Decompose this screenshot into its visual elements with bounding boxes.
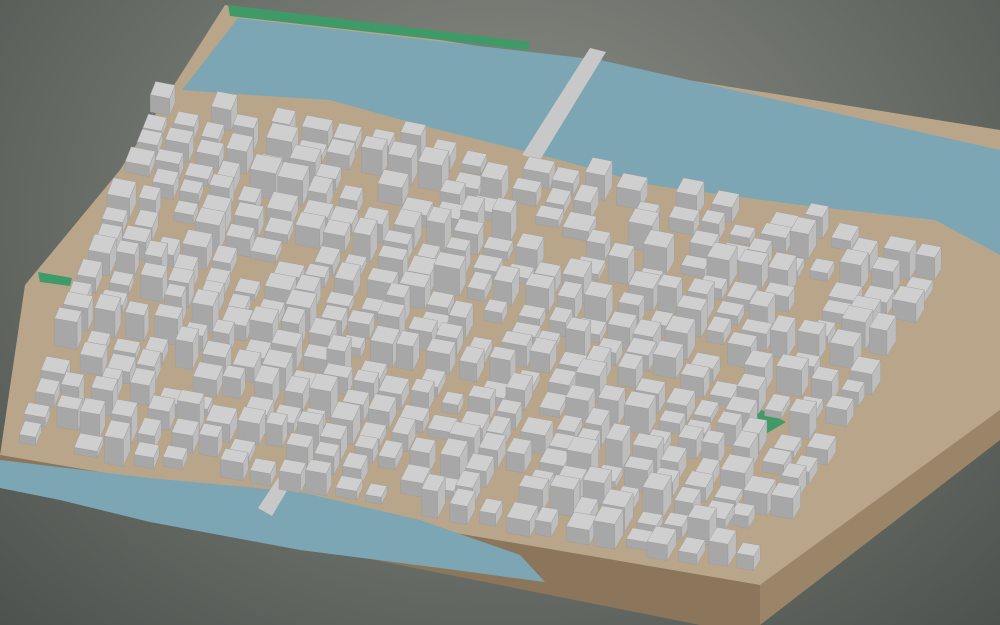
building-front-face bbox=[54, 318, 78, 350]
building-front-face bbox=[418, 161, 442, 193]
building-front-face bbox=[776, 365, 802, 398]
building-front-face bbox=[915, 253, 935, 280]
building-front-face bbox=[56, 405, 79, 431]
building-front-face bbox=[534, 519, 552, 538]
building-front-face bbox=[869, 327, 888, 357]
building-front-face bbox=[617, 366, 636, 389]
building-front-face bbox=[491, 209, 511, 242]
building-front-face bbox=[124, 311, 145, 342]
building-front-face bbox=[459, 360, 477, 383]
building-front-face bbox=[529, 350, 550, 374]
building-front-face bbox=[140, 274, 163, 303]
building-front-face bbox=[708, 540, 729, 567]
building-front-face bbox=[449, 503, 468, 526]
building-front-face bbox=[657, 284, 677, 314]
3d-viewport[interactable] bbox=[0, 0, 1000, 625]
building-front-face bbox=[305, 469, 327, 497]
building-front-face bbox=[361, 146, 383, 177]
building-front-face bbox=[222, 375, 241, 400]
building-front-face bbox=[198, 433, 218, 458]
city-model-canvas[interactable] bbox=[0, 0, 1000, 625]
building-front-face bbox=[605, 437, 623, 470]
building-front-face bbox=[593, 520, 615, 550]
building-front-face bbox=[652, 353, 676, 380]
building-front-face bbox=[788, 410, 810, 441]
building-front-face bbox=[829, 342, 854, 370]
building-front-face bbox=[770, 494, 794, 520]
building-front-face bbox=[506, 451, 525, 474]
building-front-face bbox=[421, 488, 438, 519]
building-front-face bbox=[607, 254, 628, 285]
building-front-face bbox=[104, 435, 124, 467]
building-front-face bbox=[433, 264, 460, 297]
building-front-face bbox=[175, 339, 194, 370]
building-front-face bbox=[789, 230, 809, 260]
building-front-face bbox=[396, 343, 414, 372]
building-front-face bbox=[265, 422, 283, 448]
